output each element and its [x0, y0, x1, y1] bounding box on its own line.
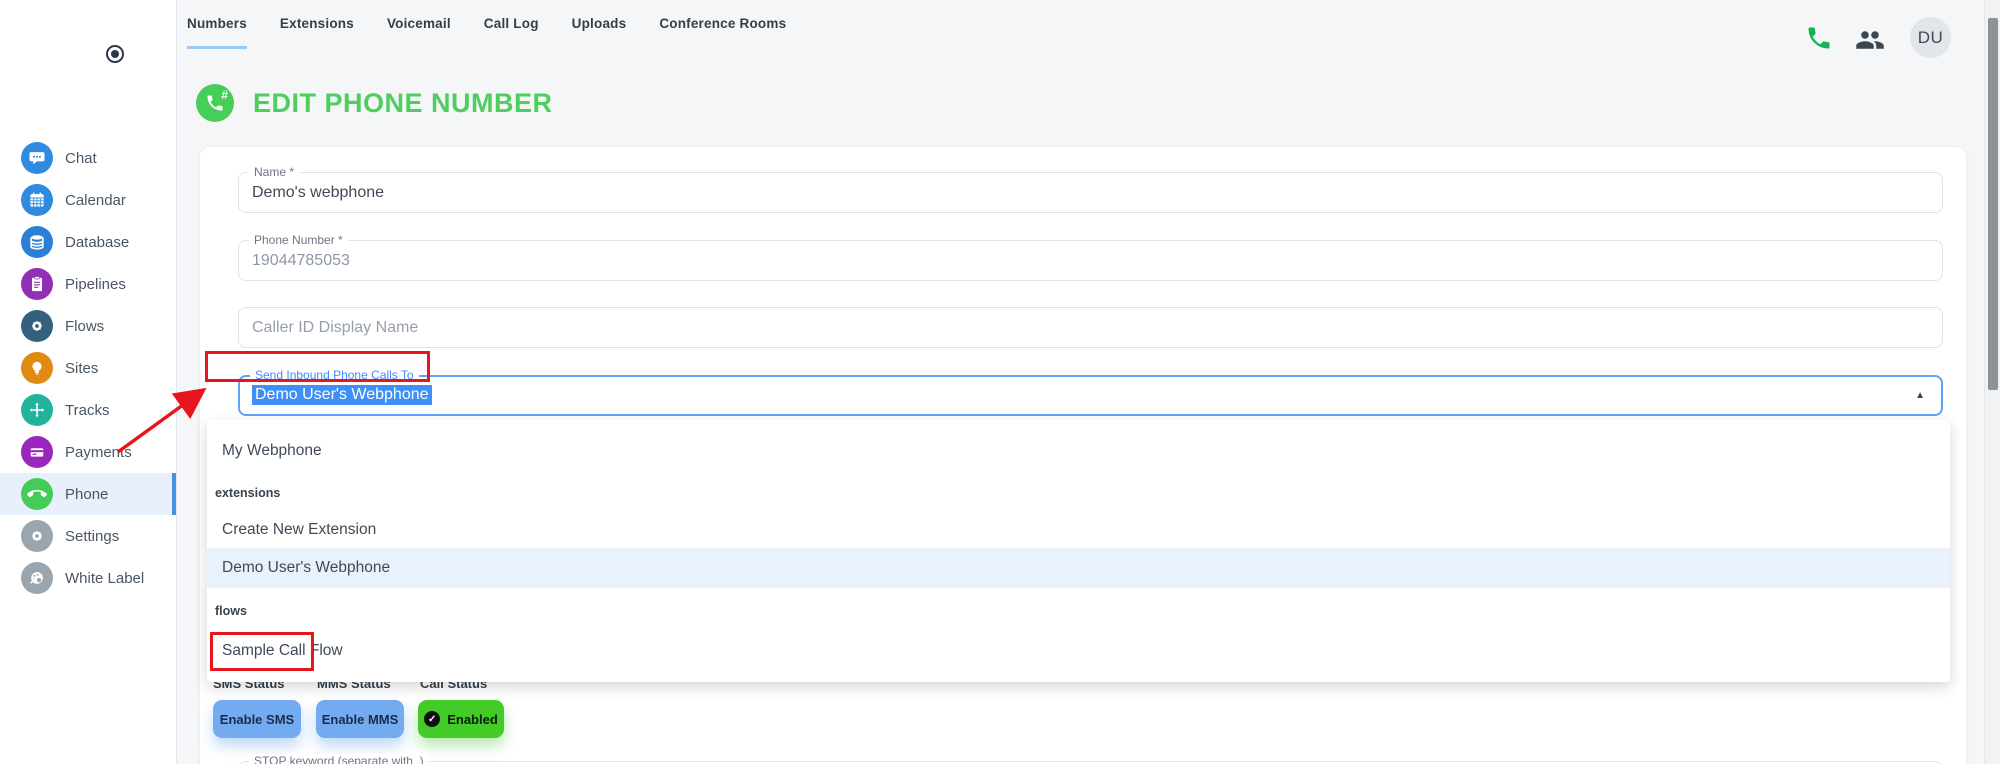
scrollbar-thumb[interactable]	[1988, 18, 1998, 390]
sidebar-item-chat[interactable]: Chat	[0, 137, 176, 179]
sidebar-item-flows[interactable]: Flows	[0, 305, 176, 347]
option-create-new-extension[interactable]: Create New Extension	[207, 511, 1950, 549]
palette-icon	[21, 562, 53, 594]
phone-number-input[interactable]	[239, 241, 1942, 280]
sidebar-item-settings[interactable]: Settings	[0, 515, 176, 557]
avatar[interactable]: DU	[1910, 17, 1951, 58]
sidebar-item-label: Tracks	[65, 402, 109, 419]
sidebar: Chat Calendar Database Pipelines Flows	[0, 0, 177, 764]
tab-conference-rooms[interactable]: Conference Rooms	[659, 16, 786, 49]
sites-bulb-icon	[21, 352, 53, 384]
phone-icon	[21, 478, 53, 510]
sidebar-item-phone[interactable]: Phone	[0, 473, 176, 515]
sidebar-item-database[interactable]: Database	[0, 221, 176, 263]
sidebar-item-white-label[interactable]: White Label	[0, 557, 176, 599]
name-field-label: Name *	[249, 165, 299, 179]
inbound-calls-dropdown: My Webphone extensions Create New Extens…	[207, 420, 1950, 682]
chat-icon	[21, 142, 53, 174]
group-header-extensions: extensions	[207, 480, 1950, 506]
option-sample-call-flow[interactable]: Sample Call Flow	[207, 632, 1950, 670]
enabled-label: Enabled	[447, 712, 498, 727]
sidebar-item-label: Chat	[65, 150, 97, 167]
sidebar-item-label: Phone	[65, 486, 108, 503]
sidebar-item-pipelines[interactable]: Pipelines	[0, 263, 176, 305]
dropdown-collapse-arrow-icon[interactable]: ▲	[1915, 390, 1925, 401]
group-header-flows: flows	[207, 598, 1950, 624]
sidebar-item-payments[interactable]: Payments	[0, 431, 176, 473]
phone-number-field: Phone Number *	[238, 240, 1943, 281]
sidebar-item-calendar[interactable]: Calendar	[0, 179, 176, 221]
enable-mms-label: Enable MMS	[322, 712, 399, 727]
sidebar-item-label: Payments	[65, 444, 132, 461]
check-icon: ✓	[424, 711, 440, 727]
payments-icon	[21, 436, 53, 468]
option-demo-users-webphone[interactable]: Demo User's Webphone	[207, 548, 1950, 588]
calendar-icon	[21, 184, 53, 216]
stop-keyword-label: STOP keyword (separate with ,)	[249, 754, 429, 764]
sidebar-item-label: Settings	[65, 528, 119, 545]
sidebar-item-label: Database	[65, 234, 129, 251]
sidebar-item-tracks[interactable]: Tracks	[0, 389, 176, 431]
sidebar-item-label: Calendar	[65, 192, 126, 209]
phone-number-field-label: Phone Number *	[249, 233, 348, 247]
name-input[interactable]	[239, 173, 1942, 212]
pipelines-icon	[21, 268, 53, 300]
settings-gear-icon	[21, 520, 53, 552]
selected-value-highlighted: Demo User's Webphone	[252, 385, 432, 405]
enable-sms-button[interactable]: Enable SMS	[213, 700, 301, 738]
tracks-icon	[21, 394, 53, 426]
tab-extensions[interactable]: Extensions	[280, 16, 354, 49]
flows-gear-icon	[21, 310, 53, 342]
send-inbound-calls-label: Send Inbound Phone Calls To	[250, 368, 419, 382]
caller-id-field	[238, 307, 1943, 348]
enable-mms-button[interactable]: Enable MMS	[316, 700, 404, 738]
tab-call-log[interactable]: Call Log	[484, 16, 539, 49]
contacts-icon[interactable]	[1855, 25, 1885, 55]
caller-id-input[interactable]	[239, 308, 1942, 347]
scrollbar-track[interactable]	[1984, 0, 2000, 764]
tab-numbers[interactable]: Numbers	[187, 16, 247, 49]
sidebar-item-label: White Label	[65, 570, 144, 587]
call-enabled-button[interactable]: ✓ Enabled	[418, 700, 504, 738]
send-inbound-calls-select[interactable]: Send Inbound Phone Calls To Demo User's …	[238, 375, 1943, 416]
hash-glyph: #	[221, 88, 228, 102]
sidebar-nav: Chat Calendar Database Pipelines Flows	[0, 137, 176, 599]
header-phone-icon[interactable]	[1805, 24, 1833, 52]
tab-voicemail[interactable]: Voicemail	[387, 16, 451, 49]
top-tab-bar: Numbers Extensions Voicemail Call Log Up…	[187, 16, 786, 49]
sidebar-item-label: Flows	[65, 318, 104, 335]
sidebar-item-label: Sites	[65, 360, 98, 377]
edit-phone-number-icon: #	[196, 84, 234, 122]
database-icon	[21, 226, 53, 258]
record-circle-icon[interactable]	[106, 45, 124, 63]
page-title: EDIT PHONE NUMBER	[253, 88, 553, 119]
name-field: Name *	[238, 172, 1943, 213]
tab-uploads[interactable]: Uploads	[572, 16, 627, 49]
sidebar-item-label: Pipelines	[65, 276, 126, 293]
sidebar-item-sites[interactable]: Sites	[0, 347, 176, 389]
option-my-webphone[interactable]: My Webphone	[207, 432, 1950, 470]
enable-sms-label: Enable SMS	[220, 712, 294, 727]
